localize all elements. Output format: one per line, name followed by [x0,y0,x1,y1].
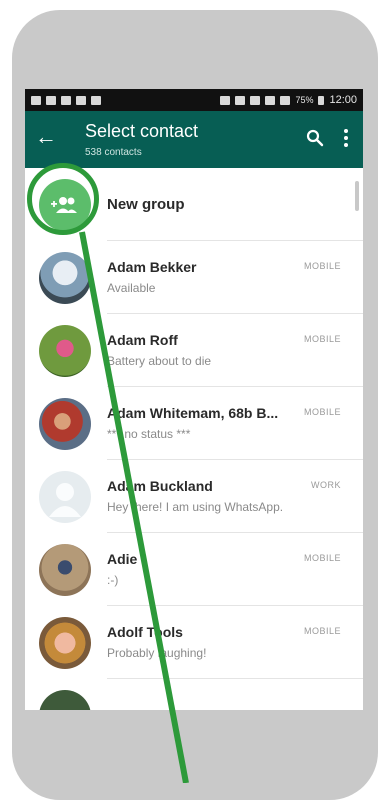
contact-row[interactable]: Adam Buckland Hey there! I am using What… [25,460,363,533]
contact-name: Adam Roff [107,332,178,348]
contact-name: Adie [107,551,138,567]
contact-avatar [39,544,91,596]
contact-count: 538 contacts [85,147,142,158]
contact-name: Adam Bekker [107,259,197,275]
phone-type-label: MOBILE [303,407,341,417]
contact-name: Adolf Tools [107,624,183,640]
contact-name: Adam Whitemam, 68b B... [107,405,279,421]
contact-avatar [39,398,91,450]
nfc-icon [235,95,246,105]
highlight-ring [27,163,99,235]
scrollbar[interactable] [355,181,359,211]
contact-avatar [39,325,91,377]
contact-row[interactable]: Adie :-) MOBILE [25,533,363,606]
page-title: Select contact [85,121,199,141]
contact-avatar [39,252,91,304]
contact-list: New group Adam Bekker Available MOBILE A… [25,168,363,710]
contact-status: Battery about to die [107,354,212,368]
image-icon [91,95,101,105]
status-bar: 75% 12:00 [25,89,363,111]
clock: 12:00 [329,94,357,106]
contact-status: Hey there! I am using WhatsApp. [107,500,284,514]
battery-icon [318,95,325,105]
vibrate-icon [250,95,261,105]
contact-avatar [39,617,91,669]
new-group-label: New group [107,196,185,213]
phone-type-label: MOBILE [303,626,341,636]
battery-level: 75% [295,95,314,105]
contact-row[interactable]: Adam Whitemam, 68b B... *** no status **… [25,387,363,460]
contact-status: Available [107,281,156,295]
app-bar: ← Select contact 538 contacts [25,111,363,168]
notification-icon [31,95,41,105]
contact-status: Probably laughing! [107,646,207,660]
phone-type-label: MOBILE [303,553,341,563]
signal-icon [280,95,291,105]
contact-row-partial[interactable] [25,679,363,710]
phone-type-label: MOBILE [303,261,341,271]
contact-status: *** no status *** [107,427,191,441]
mail-icon [61,95,71,105]
phone-type-label: MOBILE [303,334,341,344]
missed-call-icon [46,95,56,105]
contact-avatar [39,690,91,710]
default-avatar-icon [39,471,91,523]
calendar-icon [76,95,86,105]
contact-status: :-) [107,573,119,587]
more-options-icon[interactable] [343,127,349,149]
search-icon[interactable] [305,128,325,148]
bluetooth-icon [220,95,231,105]
contact-row[interactable]: Adam Bekker Available MOBILE [25,241,363,314]
contact-row[interactable]: Adam Roff Battery about to die MOBILE [25,314,363,387]
contact-row[interactable]: Adolf Tools Probably laughing! MOBILE [25,606,363,679]
back-arrow-icon[interactable]: ← [35,125,57,149]
contact-name: Adam Buckland [107,478,213,494]
wifi-icon [265,95,276,105]
phone-type-label: WORK [311,480,341,490]
